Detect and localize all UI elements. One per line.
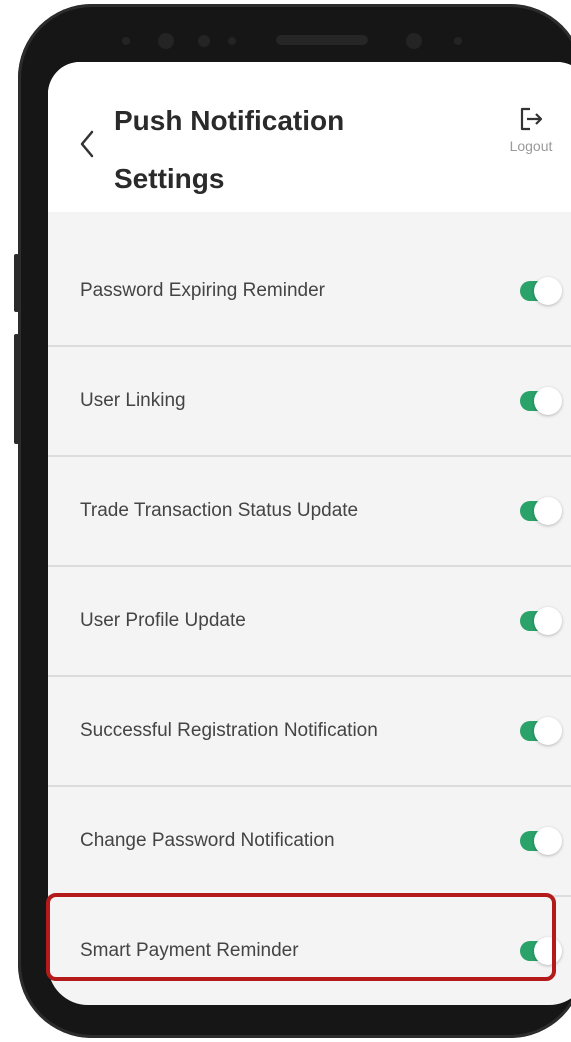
page-title-line-2: Settings	[114, 163, 225, 194]
sensor-dot	[122, 37, 130, 45]
toggle-knob	[534, 387, 562, 415]
setting-label: User Profile Update	[80, 610, 246, 631]
setting-row: User Profile Update	[48, 567, 571, 677]
highlight-annotation	[46, 893, 556, 981]
app-header: Push Notification Settings Logout	[48, 62, 571, 212]
sensor-dot	[228, 37, 236, 45]
iris-camera-icon	[406, 33, 422, 49]
phone-top-bezel	[18, 4, 571, 64]
setting-label: User Linking	[80, 390, 186, 411]
setting-row: Successful Registration Notification	[48, 677, 571, 787]
volume-button	[14, 254, 19, 312]
setting-label: Successful Registration Notification	[80, 720, 378, 741]
setting-label: Change Password Notification	[80, 830, 335, 851]
toggle-knob	[534, 607, 562, 635]
logout-label: Logout	[509, 138, 553, 154]
setting-toggle[interactable]	[516, 497, 562, 525]
page-title-line-1: Push Notification	[114, 105, 345, 136]
back-button[interactable]	[72, 124, 102, 164]
logout-icon	[520, 107, 543, 131]
app-screen: Push Notification Settings Logout Passwo…	[48, 62, 571, 1005]
toggle-knob	[534, 497, 562, 525]
earpiece-speaker	[276, 35, 368, 45]
setting-row: User Linking	[48, 347, 571, 457]
setting-toggle[interactable]	[516, 277, 562, 305]
page: Push Notification Settings Logout Passwo…	[0, 0, 571, 1042]
setting-toggle[interactable]	[516, 607, 562, 635]
setting-row: Password Expiring Reminder	[48, 237, 571, 347]
power-button	[14, 334, 19, 444]
logout-button[interactable]: Logout	[498, 104, 564, 170]
setting-toggle[interactable]	[516, 387, 562, 415]
chevron-left-icon	[80, 130, 94, 158]
page-title: Push Notification Settings	[114, 92, 444, 208]
sensor-dot	[198, 35, 210, 47]
front-camera-icon	[158, 33, 174, 49]
setting-row: Trade Transaction Status Update	[48, 457, 571, 567]
setting-label: Trade Transaction Status Update	[80, 500, 359, 521]
setting-row: Change Password Notification	[48, 787, 571, 897]
sensor-dot	[454, 37, 462, 45]
settings-list: Password Expiring Reminder User Linking Tr…	[48, 237, 571, 1005]
setting-toggle[interactable]	[516, 827, 562, 855]
toggle-knob	[534, 827, 562, 855]
setting-toggle[interactable]	[516, 717, 562, 745]
setting-label: Password Expiring Reminder	[80, 280, 325, 301]
phone-frame: Push Notification Settings Logout Passwo…	[14, 4, 571, 1038]
toggle-knob	[534, 717, 562, 745]
toggle-knob	[534, 277, 562, 305]
